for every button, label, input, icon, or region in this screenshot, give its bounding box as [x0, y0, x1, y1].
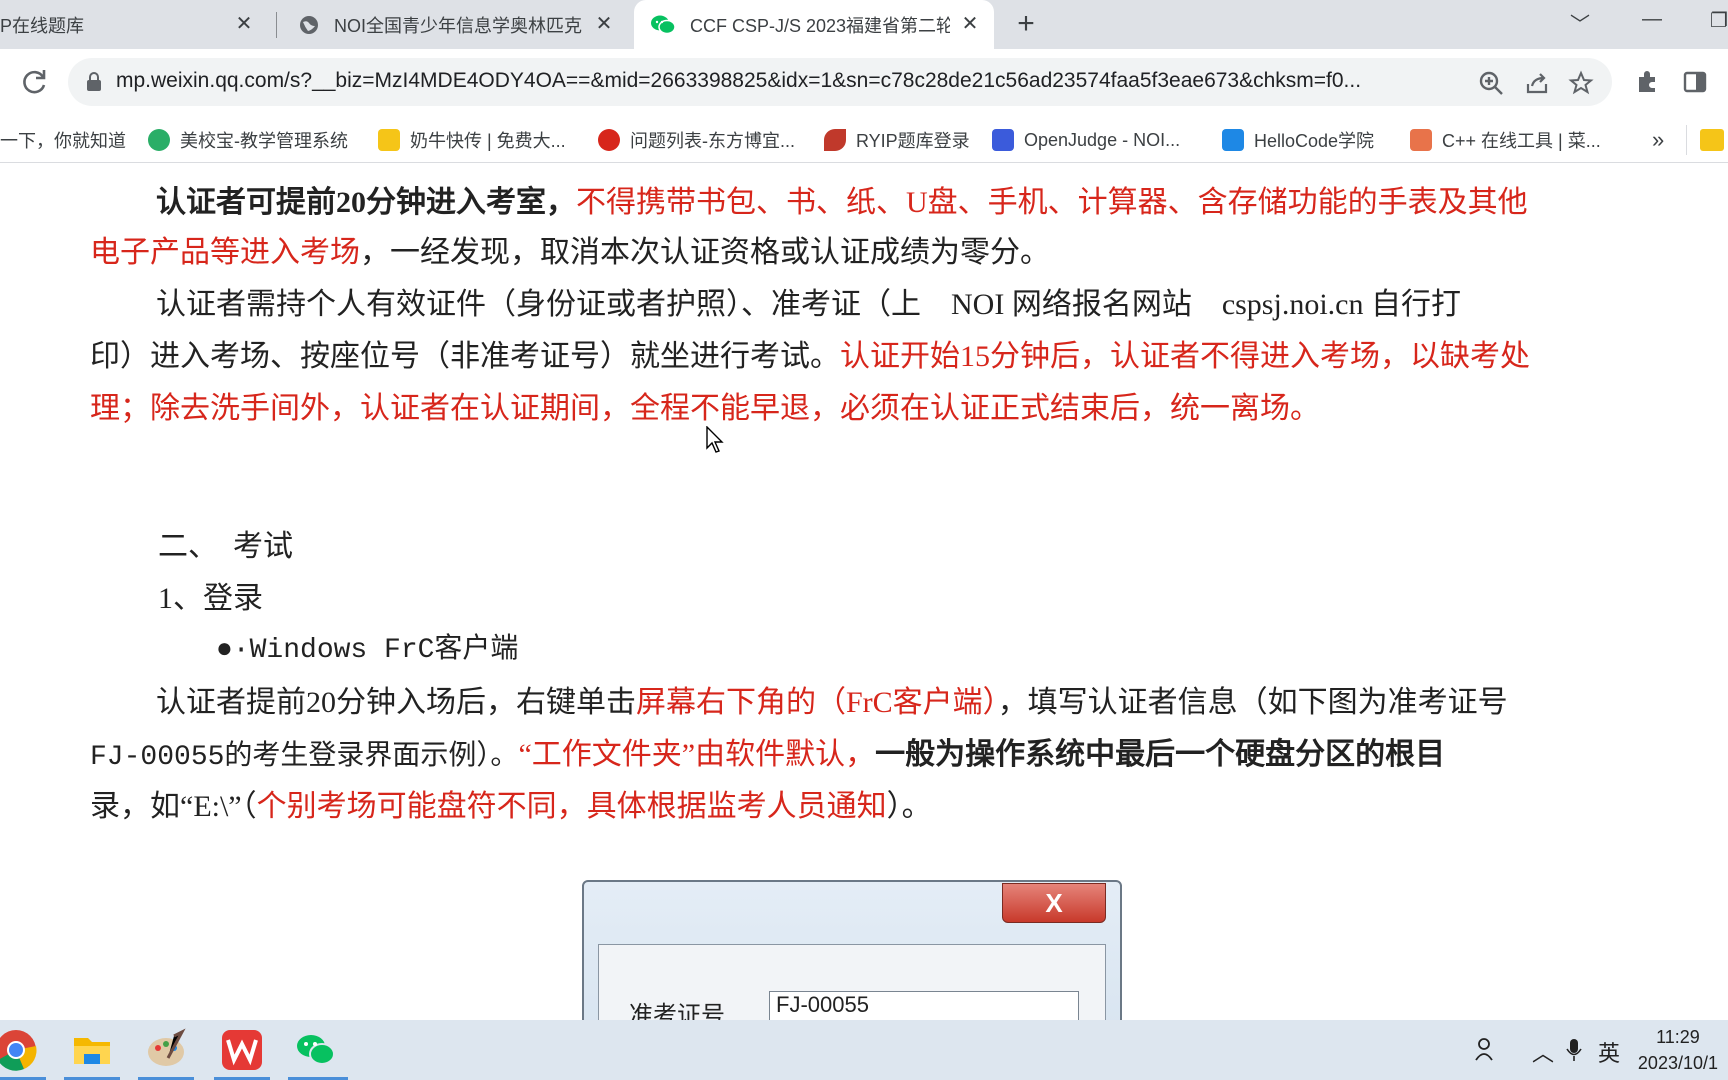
tab-search-icon[interactable]: ﹀: [1570, 8, 1590, 37]
subsection-heading: 1、登录: [158, 582, 263, 615]
clock-date: 2023/10/1: [1637, 1053, 1718, 1073]
paragraph-1-line-2: 电子产品等进入考场，一经发现，取消本次认证资格或认证成绩为零分。: [90, 236, 1050, 269]
bookmark-label: 一下，你就知道: [0, 131, 126, 151]
ime-indicator[interactable]: 英: [1598, 1036, 1620, 1068]
bookmark-label: RYIP题库登录: [856, 131, 970, 151]
exam-id-field: FJ-00055: [769, 991, 1079, 1020]
bookmark-hellocode[interactable]: HelloCode学院: [1222, 125, 1374, 155]
close-icon[interactable]: ✕: [594, 14, 614, 34]
clock-time: 11:29: [1656, 1027, 1700, 1047]
bookmark-label: 美校宝-教学管理系统: [180, 131, 348, 151]
close-icon[interactable]: ✕: [960, 14, 980, 34]
wps-icon[interactable]: [220, 1028, 264, 1072]
bookmark-cpp-tools[interactable]: C++ 在线工具 | 菜...: [1410, 125, 1601, 155]
tab-noi[interactable]: NOI全国青少年信息学奥林匹克 ✕: [284, 0, 628, 49]
zoom-icon[interactable]: [1478, 70, 1504, 96]
wechat-icon: [651, 15, 676, 34]
tray-expand-icon[interactable]: ︿: [1532, 1036, 1554, 1068]
bookmark-meixiaobao[interactable]: 美校宝-教学管理系统: [148, 125, 348, 155]
folder-icon[interactable]: [1700, 129, 1724, 151]
poj-icon: [992, 129, 1014, 151]
tab-title: P在线题库: [0, 15, 85, 36]
reload-icon[interactable]: [18, 65, 52, 99]
section-heading: 二、 考试: [158, 530, 293, 563]
paragraph-2-line-1: 认证者需持个人有效证件（身份证或者护照）、准考证（上 NOI 网络报名网站 cs…: [156, 288, 1461, 321]
restore-icon[interactable]: ❐: [1710, 8, 1728, 33]
minimize-icon[interactable]: —: [1642, 8, 1662, 31]
paragraph-3-line-2: FJ-00055的考生登录界面示例）。“工作文件夹”由软件默认，一般为操作系统中…: [90, 738, 1446, 773]
tab-title: NOI全国青少年信息学奥林匹克: [334, 15, 582, 36]
bookmark-openjudge[interactable]: OpenJudge - NOI...: [992, 125, 1180, 155]
microphone-icon[interactable]: [1566, 1038, 1582, 1062]
dialog-body: 准考证号 FJ-00055: [598, 944, 1106, 1020]
login-dialog-screenshot: X 准考证号 FJ-00055: [582, 880, 1122, 1020]
cube-icon: [1410, 129, 1432, 151]
paragraph-2-line-3: 理；除去洗手间外，认证者在认证期间，全程不能早退，必须在认证正式结束后，统一离场…: [90, 392, 1320, 425]
ryip-icon: [824, 129, 846, 151]
cow-icon: [378, 129, 400, 151]
file-explorer-icon[interactable]: [70, 1028, 114, 1072]
globe-icon: [300, 15, 318, 34]
bookmark-label: OpenJudge - NOI...: [1024, 129, 1181, 150]
dialog-close-button: X: [1002, 883, 1106, 923]
tab-strip: P在线题库 ✕ NOI全国青少年信息学奥林匹克 ✕ CCF CSP-J/S 20…: [0, 0, 1728, 49]
tab-online-judge[interactable]: P在线题库 ✕: [0, 0, 268, 49]
new-tab-button[interactable]: +: [1010, 9, 1042, 41]
bookmark-label: HelloCode学院: [1254, 131, 1375, 151]
bullet-windows-client: ●·Windows FrC客户端: [216, 635, 519, 666]
share-icon[interactable]: [1524, 70, 1550, 96]
bookmark-ryip[interactable]: RYIP题库登录: [824, 125, 970, 155]
paragraph-2-line-2: 印）进入考场、按座位号（非准考证号）就坐进行考试。认证开始15分钟后，认证者不得…: [90, 340, 1530, 373]
tab-ccf-csp[interactable]: CCF CSP-J/S 2023福建省第二轮 ✕: [634, 0, 994, 49]
chrome-icon[interactable]: [0, 1028, 38, 1072]
people-icon[interactable]: [1474, 1036, 1500, 1062]
bookmark-label: C++ 在线工具 | 菜...: [1442, 131, 1601, 151]
bookmark-dongfang[interactable]: 问题列表-东方博宜...: [598, 125, 795, 155]
address-bar[interactable]: mp.weixin.qq.com/s?__biz=MzI4MDE4ODY4OA=…: [68, 58, 1612, 106]
bookmarks-overflow-button[interactable]: »: [1652, 125, 1664, 155]
close-icon[interactable]: ✕: [234, 14, 254, 34]
exam-id-label: 准考证号: [629, 1002, 725, 1020]
tab-title: CCF CSP-J/S 2023福建省第二轮: [690, 15, 950, 36]
taskbar: ︿ 英 11:29 2023/10/1: [0, 1020, 1728, 1080]
robot-icon: [1222, 129, 1244, 151]
wechat-icon: [148, 129, 170, 151]
article-content: 认证者可提前20分钟进入考室，不得携带书包、书、纸、U盘、手机、计算器、含存储功…: [0, 163, 1728, 1020]
paint-icon[interactable]: [144, 1028, 188, 1072]
bookmarks-bar: 一下，你就知道 美校宝-教学管理系统 奶牛快传 | 免费大... 问题列表-东方…: [0, 117, 1728, 163]
paragraph-1-line-1: 认证者可提前20分钟进入考室，不得携带书包、书、纸、U盘、手机、计算器、含存储功…: [156, 186, 1528, 219]
side-panel-icon[interactable]: [1682, 69, 1708, 95]
star-icon[interactable]: [1568, 70, 1594, 96]
spiral-icon: [598, 129, 620, 151]
url-text[interactable]: mp.weixin.qq.com/s?__biz=MzI4MDE4ODY4OA=…: [116, 69, 1516, 93]
lock-icon[interactable]: [86, 72, 102, 92]
tab-separator: [276, 12, 277, 38]
wechat-icon[interactable]: [294, 1028, 338, 1072]
extensions-icon[interactable]: [1634, 69, 1660, 95]
system-clock[interactable]: 11:29 2023/10/1: [1638, 1024, 1718, 1076]
browser-toolbar: mp.weixin.qq.com/s?__biz=MzI4MDE4ODY4OA=…: [0, 49, 1728, 117]
bookmark-baidu[interactable]: 一下，你就知道: [0, 125, 126, 155]
bookmark-divider: [1686, 125, 1687, 155]
mouse-cursor-icon: [706, 426, 724, 453]
bookmark-label: 问题列表-东方博宜...: [630, 131, 795, 151]
paragraph-3-line-1: 认证者提前20分钟入场后，右键单击屏幕右下角的（FrC客户端），填写认证者信息（…: [156, 686, 1508, 719]
paragraph-3-line-3: 录，如“E:\”（个别考场可能盘符不同，具体根据监考人员通知）。: [90, 790, 932, 823]
bookmark-nainiu[interactable]: 奶牛快传 | 免费大...: [378, 125, 566, 155]
bookmark-label: 奶牛快传 | 免费大...: [410, 131, 566, 151]
